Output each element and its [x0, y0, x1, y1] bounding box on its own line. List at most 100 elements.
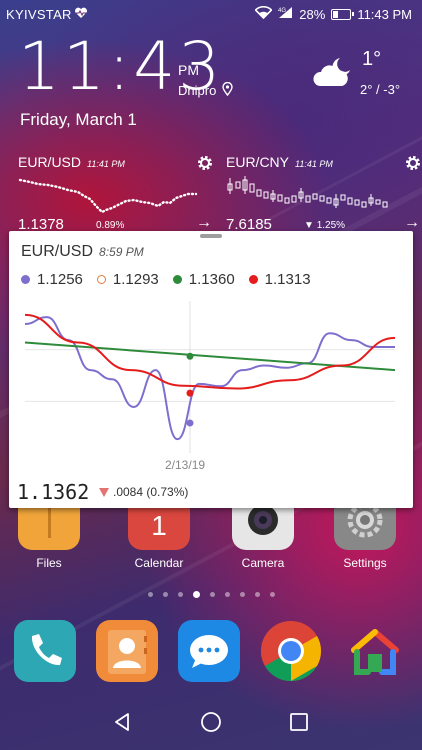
legend-swatch: [21, 275, 30, 284]
x-axis-label: 2/13/19: [165, 458, 206, 472]
series-line: [24, 316, 395, 441]
contacts-icon: [96, 620, 158, 682]
highlight-point: [186, 352, 194, 360]
rate-popup-card[interactable]: EUR/USD 8:59 PM 1.1256 1.1293 1.1360 1.1313 …: [9, 231, 413, 508]
legend-value: 1.1293: [112, 271, 159, 288]
chart-legend: 1.1256 1.1293 1.1360 1.1313: [21, 271, 311, 288]
app-phone[interactable]: [10, 620, 80, 682]
home-icon[interactable]: [200, 711, 222, 738]
carrier-name: KYIVSTAR: [6, 6, 72, 22]
currency-widget-eurusd[interactable]: EUR/USD 11:41 PM 1.1378 0.89% →: [18, 154, 214, 234]
weather-cloud-moon-icon[interactable]: [312, 54, 356, 95]
legend-value: 1.1256: [37, 271, 83, 288]
widget-pair-label: EUR/CNY: [226, 154, 290, 170]
currency-widget-eurcny[interactable]: EUR/CNY 11:41 PM 7.6185 ▼ 1.25% →: [226, 154, 422, 234]
page-dot[interactable]: [162, 592, 168, 597]
page-dot[interactable]: [177, 592, 183, 597]
wifi-icon: [254, 6, 273, 22]
highlight-point: [186, 419, 194, 427]
clock-date[interactable]: Friday, March 1: [20, 110, 137, 130]
legend-item: 1.1293: [96, 271, 159, 288]
signal-icon: 4G: [278, 6, 293, 22]
widget-time: 11:41 PM: [295, 159, 333, 169]
battery-percent: 28%: [299, 6, 326, 22]
highlight-point: [186, 389, 194, 397]
down-triangle-icon: [99, 487, 109, 497]
app-calendar[interactable]: 1 Calendar: [124, 508, 194, 570]
arrow-right-icon[interactable]: →: [196, 214, 212, 232]
legend-item: 1.1360: [172, 271, 235, 288]
widget-change: ▼ 1.25%: [304, 220, 346, 231]
rate-chart[interactable]: [9, 295, 413, 463]
candlestick-eurcny: [227, 176, 388, 208]
settings-gear-icon: [334, 508, 396, 550]
chrome-icon: [260, 620, 322, 682]
app-google-home[interactable]: [340, 620, 410, 682]
rate-change-value: .0084 (0.73%): [113, 485, 189, 499]
app-label: Settings: [343, 556, 387, 570]
calendar-icon: 1: [128, 508, 190, 550]
heart-rate-icon: [74, 7, 88, 22]
legend-item: 1.1313: [248, 271, 311, 288]
widget-pair: EUR/CNY 11:41 PM: [226, 154, 333, 170]
folder-icon: [18, 508, 80, 550]
page-dot[interactable]: [147, 592, 153, 597]
navigation-bar: [0, 698, 422, 750]
phone-icon: [14, 620, 76, 682]
card-pair: EUR/USD: [21, 243, 94, 260]
widget-time: 11:41 PM: [87, 159, 125, 169]
sparkline-eurusd: [18, 178, 198, 214]
app-files[interactable]: Files: [14, 508, 84, 570]
app-settings[interactable]: Settings: [330, 508, 400, 570]
page-dot[interactable]: [269, 592, 275, 597]
google-home-icon: [344, 620, 406, 682]
back-icon[interactable]: [113, 712, 133, 737]
widget-pair: EUR/USD 11:41 PM: [18, 154, 125, 170]
app-label: Camera: [241, 556, 285, 570]
svg-text:4G: 4G: [278, 8, 286, 14]
status-time: 11:43 PM: [357, 6, 412, 22]
widget-change-value: 1.25%: [316, 220, 346, 231]
battery-icon: [331, 8, 355, 20]
page-dot[interactable]: [254, 592, 260, 597]
battery-level: [333, 10, 338, 18]
arrow-right-icon[interactable]: →: [404, 214, 420, 232]
app-contacts[interactable]: [92, 620, 162, 682]
camera-icon: [232, 508, 294, 550]
series-line: [24, 313, 396, 390]
messages-icon: [178, 620, 240, 682]
weather-temperature: 1°: [362, 48, 382, 70]
page-dot[interactable]: [209, 592, 215, 597]
status-bar: KYIVSTAR 4G 28% 11:43 PM: [0, 0, 422, 28]
recents-icon[interactable]: [289, 712, 309, 737]
folder-zipper: [48, 508, 51, 538]
legend-value: 1.1313: [264, 271, 311, 288]
location-pin-icon: [222, 81, 233, 99]
widget-pair-label: EUR/USD: [18, 154, 82, 170]
current-rate: 1.1362: [17, 480, 90, 504]
page-dot[interactable]: [224, 592, 230, 597]
legend-item: 1.1256: [21, 271, 83, 288]
card-time: 8:59 PM: [99, 245, 144, 259]
city-name: Dnipro: [178, 83, 217, 98]
app-label: Calendar: [134, 556, 184, 570]
legend-swatch: [96, 275, 106, 284]
app-messages[interactable]: [174, 620, 244, 682]
app-chrome[interactable]: [256, 620, 326, 682]
rate-change: .0084 (0.73%): [99, 485, 188, 499]
page-indicator[interactable]: [0, 591, 422, 598]
card-title: EUR/USD 8:59 PM: [21, 243, 144, 261]
page-dot[interactable]: [192, 591, 200, 598]
drag-handle[interactable]: [200, 234, 222, 238]
legend-value: 1.1360: [188, 271, 235, 288]
clock-ampm: PM: [178, 62, 199, 78]
widget-change: 0.89%: [96, 220, 125, 231]
app-label: Files: [36, 556, 62, 570]
weather-range: 2° / -3°: [360, 82, 401, 97]
legend-swatch: [248, 275, 258, 284]
app-camera[interactable]: Camera: [228, 508, 298, 570]
page-dot[interactable]: [239, 592, 245, 597]
legend-swatch: [172, 275, 182, 284]
clock-city[interactable]: Dnipro: [178, 81, 233, 99]
calendar-day: 1: [151, 510, 167, 541]
